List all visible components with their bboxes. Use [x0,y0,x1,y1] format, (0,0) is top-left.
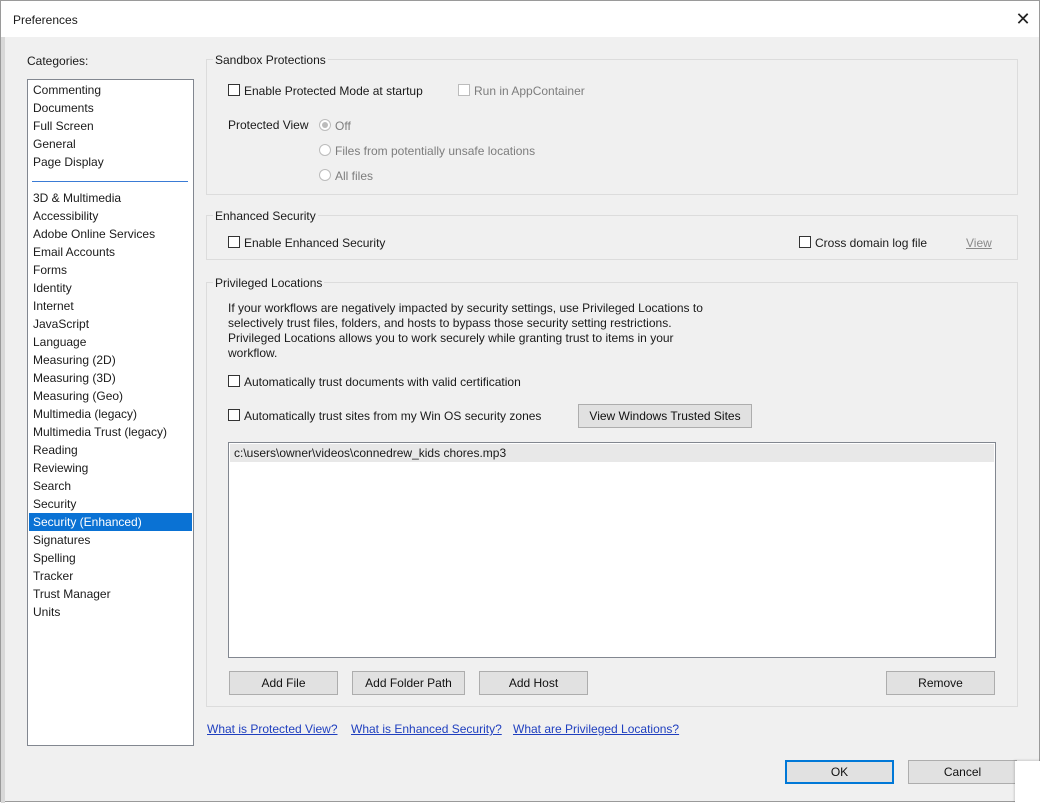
category-item[interactable]: Search [29,477,192,495]
category-item[interactable]: Page Display [29,153,192,171]
close-icon[interactable]: ✕ [1011,7,1035,31]
preferences-dialog: Preferences ✕ Categories: Commenting Docu… [0,0,1040,803]
protected-view-label: Protected View [228,118,309,132]
cancel-button[interactable]: Cancel [908,760,1017,784]
category-item[interactable]: General [29,135,192,153]
category-item[interactable]: Reading [29,441,192,459]
description-line: Privileged Locations allows you to work … [228,331,674,345]
privileged-locations-list[interactable]: c:\users\owner\videos\connedrew_kids cho… [228,442,996,658]
category-item[interactable]: Trust Manager [29,585,192,603]
category-item[interactable]: Measuring (2D) [29,351,192,369]
trust-win-os-zones-label: Automatically trust sites from my Win OS… [244,409,542,423]
enable-enhanced-security-label: Enable Enhanced Security [244,236,386,250]
category-item[interactable]: Commenting [29,81,192,99]
protected-view-off-label: Off [335,119,351,133]
view-log-link[interactable]: View [966,236,992,250]
category-item[interactable]: JavaScript [29,315,192,333]
appcontainer-label: Run in AppContainer [474,84,585,98]
trust-certified-docs-checkbox[interactable] [228,375,240,387]
category-item[interactable]: Forms [29,261,192,279]
category-item[interactable]: Security (Enhanced) [29,513,192,531]
category-item[interactable]: Email Accounts [29,243,192,261]
category-item[interactable]: Reviewing [29,459,192,477]
category-item[interactable]: 3D & Multimedia [29,189,192,207]
protected-mode-checkbox[interactable] [228,84,240,96]
category-item[interactable]: Measuring (3D) [29,369,192,387]
category-item[interactable]: Language [29,333,192,351]
trust-certified-docs-label: Automatically trust documents with valid… [244,375,521,389]
what-is-enhanced-security-link[interactable]: What is Enhanced Security? [351,722,502,736]
cross-domain-log-label: Cross domain log file [815,236,928,250]
category-item[interactable]: Multimedia Trust (legacy) [29,423,192,441]
category-item[interactable]: Units [29,603,192,621]
category-item[interactable]: Spelling [29,549,192,567]
protected-mode-label: Enable Protected Mode at startup [244,84,423,98]
what-is-protected-view-link[interactable]: What is Protected View? [207,722,338,736]
description-line: workflow. [228,346,278,360]
category-item[interactable]: Documents [29,99,192,117]
category-item[interactable]: Multimedia (legacy) [29,405,192,423]
category-item[interactable]: Internet [29,297,192,315]
description-line: selectively trust files, folders, and ho… [228,316,672,330]
privileged-locations-description: If your workflows are negatively impacte… [228,301,718,361]
view-windows-trusted-sites-button[interactable]: View Windows Trusted Sites [578,404,752,428]
enable-enhanced-security-checkbox[interactable] [228,236,240,248]
category-item[interactable]: Security [29,495,192,513]
trust-win-os-zones-checkbox[interactable] [228,409,240,421]
add-folder-path-button[interactable]: Add Folder Path [352,671,465,695]
categories-list[interactable]: Commenting Documents Full Screen General Pag… [27,79,194,746]
add-file-button[interactable]: Add File [229,671,338,695]
category-item[interactable]: Signatures [29,531,192,549]
list-item[interactable]: c:\users\owner\videos\connedrew_kids cho… [230,444,994,462]
category-item[interactable]: Accessibility [29,207,192,225]
ok-button[interactable]: OK [785,760,894,784]
category-item[interactable]: Full Screen [29,117,192,135]
privileged-locations-title: Privileged Locations [213,276,325,290]
enhanced-security-title: Enhanced Security [213,209,318,223]
title-bar: Preferences ✕ [1,1,1039,37]
categories-label: Categories: [27,54,89,68]
protected-view-all-label: All files [335,169,374,183]
add-host-button[interactable]: Add Host [479,671,588,695]
category-item[interactable]: Measuring (Geo) [29,387,192,405]
description-line: If your workflows are negatively impacte… [228,301,703,315]
background-window-corner [1015,761,1040,803]
appcontainer-checkbox [458,84,470,96]
category-item[interactable]: Tracker [29,567,192,585]
protected-view-off-radio [319,119,331,131]
protected-view-all-radio [319,169,331,181]
cross-domain-log-checkbox[interactable] [799,236,811,248]
background-window-edge [1,37,5,803]
remove-button[interactable]: Remove [886,671,995,695]
categories-separator [32,181,188,182]
protected-view-unsafe-radio [319,144,331,156]
what-are-privileged-locations-link[interactable]: What are Privileged Locations? [513,722,679,736]
sandbox-protections-title: Sandbox Protections [213,53,328,67]
category-item[interactable]: Adobe Online Services [29,225,192,243]
window-title: Preferences [13,13,78,27]
category-item[interactable]: Identity [29,279,192,297]
protected-view-unsafe-label: Files from potentially unsafe locations [335,144,536,158]
